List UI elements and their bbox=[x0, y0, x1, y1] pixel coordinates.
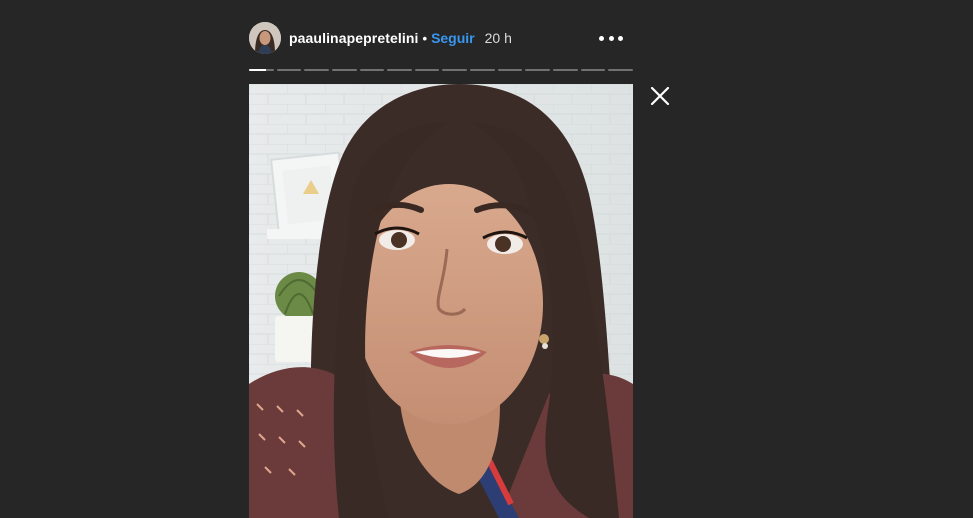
close-icon[interactable] bbox=[648, 84, 672, 108]
story-timestamp: 20 h bbox=[484, 30, 512, 46]
progress-segment bbox=[331, 69, 357, 71]
progress-segment bbox=[304, 69, 329, 71]
progress-segment bbox=[525, 69, 551, 71]
progress-segment bbox=[249, 69, 274, 71]
progress-segment bbox=[387, 69, 412, 71]
username-link[interactable]: paaulinapepretelini bbox=[289, 30, 419, 46]
progress-segment bbox=[276, 69, 302, 71]
story-header: paaulinapepretelini • Seguir 20 h bbox=[249, 22, 633, 54]
story-progress-bar bbox=[249, 69, 633, 72]
more-options-icon[interactable] bbox=[599, 31, 623, 45]
separator-dot: • bbox=[422, 30, 428, 46]
more-dot bbox=[599, 35, 604, 41]
progress-segment bbox=[359, 69, 385, 71]
progress-segment bbox=[580, 69, 606, 71]
progress-segment bbox=[442, 69, 468, 71]
progress-segment bbox=[414, 69, 440, 71]
progress-fill bbox=[249, 69, 267, 71]
progress-segment bbox=[470, 69, 495, 71]
avatar-image bbox=[249, 22, 281, 54]
follow-button[interactable]: Seguir bbox=[431, 30, 475, 46]
progress-segment bbox=[553, 69, 578, 71]
story-media[interactable] bbox=[249, 84, 633, 518]
avatar[interactable] bbox=[249, 22, 281, 54]
story-viewer: paaulinapepretelini • Seguir 20 h bbox=[0, 0, 973, 518]
progress-segment bbox=[608, 69, 633, 71]
more-dot bbox=[608, 35, 614, 41]
more-dot bbox=[618, 35, 623, 41]
progress-segment bbox=[497, 69, 523, 71]
story-video-frame bbox=[249, 84, 633, 518]
